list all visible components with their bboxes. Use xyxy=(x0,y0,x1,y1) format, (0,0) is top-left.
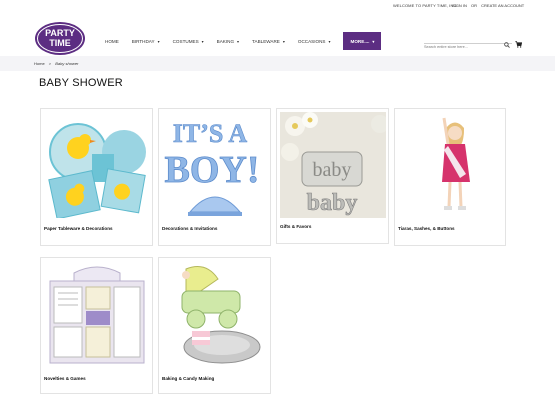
nav-item-tableware[interactable]: TABLEWARE ▾ xyxy=(252,39,285,44)
chevron-down-icon: ▾ xyxy=(372,38,375,44)
nav-item-label: BIRTHDAY xyxy=(131,38,155,44)
baby-shower-game-kit-image[interactable] xyxy=(44,261,150,367)
category-card[interactable]: Baking & Candy Making xyxy=(158,257,271,394)
breadcrumb-separator: > xyxy=(48,61,52,66)
search-icon[interactable] xyxy=(504,35,510,53)
main-navigation: HOME BIRTHDAY ▾ COSTUMES ▾ BAKING ▾ TABLEWARE ▾ O… xyxy=(105,32,382,50)
svg-text:baby: baby xyxy=(313,159,352,181)
nav-item-more[interactable]: MORE.... ▾ xyxy=(343,32,382,50)
create-account-link[interactable]: CREATE AN ACCOUNT xyxy=(481,3,524,8)
welcome-message: WELCOME TO PARTY TIME, INC. xyxy=(393,3,458,8)
girl-with-sash-image[interactable] xyxy=(398,112,504,218)
breadcrumb-home-link[interactable]: Home xyxy=(34,61,45,66)
nav-item-baking[interactable]: BAKING ▾ xyxy=(217,39,239,44)
nav-item-label: BAKING xyxy=(216,38,235,44)
nav-more-label: MORE.... xyxy=(350,38,370,44)
category-label[interactable]: Baking & Candy Making xyxy=(162,376,214,381)
category-label[interactable]: Decorations & Invitations xyxy=(162,226,217,231)
category-card[interactable]: baby baby Gifts & Favors xyxy=(276,108,389,244)
category-label[interactable]: Paper Tableware & Decorations xyxy=(44,226,113,231)
nav-item-costumes[interactable]: COSTUMES ▾ xyxy=(173,39,204,44)
sign-in-link[interactable]: SIGN IN xyxy=(452,3,467,8)
search-box xyxy=(424,35,512,51)
breadcrumb-current: Baby shower xyxy=(55,61,79,66)
search-input[interactable] xyxy=(424,43,498,51)
baby-carriage-cake-pan-image[interactable] xyxy=(162,261,268,367)
page-title: BABY SHOWER xyxy=(39,77,123,89)
nav-item-label: COSTUMES xyxy=(172,38,199,44)
nav-item-label: OCCASIONS xyxy=(297,38,326,44)
or-text: OR xyxy=(471,3,478,8)
party-time-logo[interactable]: PARTY TIME xyxy=(34,21,86,56)
category-card[interactable]: Novelties & Games xyxy=(40,257,153,394)
category-card[interactable]: Paper Tableware & Decorations xyxy=(40,108,153,246)
nav-item-occasions[interactable]: OCCASIONS ▾ xyxy=(298,39,331,44)
nav-item-home[interactable]: HOME xyxy=(105,39,119,44)
category-card[interactable]: IT’S A BOY! Decorations & Invitations xyxy=(158,108,271,246)
its-a-boy-centerpiece-image[interactable]: IT’S A BOY! xyxy=(162,112,268,218)
nav-item-label: TABLEWARE xyxy=(252,38,280,44)
account-links: SIGN IN OR CREATE AN ACCOUNT xyxy=(452,3,527,8)
svg-text:BOY!: BOY! xyxy=(165,149,260,191)
baby-silver-favors-image[interactable]: baby baby xyxy=(280,112,386,218)
chevron-down-icon: ▾ xyxy=(157,38,160,44)
category-label[interactable]: Novelties & Games xyxy=(44,376,86,381)
chevron-down-icon: ▾ xyxy=(282,38,285,44)
nav-item-label: HOME xyxy=(105,38,119,44)
svg-text:IT’S A: IT’S A xyxy=(173,119,248,148)
chevron-down-icon: ▾ xyxy=(201,38,204,44)
breadcrumb: Home > Baby shower xyxy=(0,56,555,71)
category-card[interactable]: Tiaras, Sashes, & Buttons xyxy=(394,108,506,246)
category-label[interactable]: Tiaras, Sashes, & Buttons xyxy=(398,226,455,231)
chevron-down-icon: ▾ xyxy=(237,38,240,44)
top-bar: WELCOME TO PARTY TIME, INC. SIGN IN OR C… xyxy=(0,0,555,12)
site-header: PARTY TIME HOME BIRTHDAY ▾ COSTUMES ▾ BAKING ▾… xyxy=(0,12,555,56)
category-label[interactable]: Gifts & Favors xyxy=(280,224,311,229)
svg-text:baby: baby xyxy=(307,190,358,216)
nav-item-birthday[interactable]: BIRTHDAY ▾ xyxy=(132,39,160,44)
rubber-duck-plates-image[interactable] xyxy=(44,112,150,218)
chevron-down-icon: ▾ xyxy=(328,38,331,44)
logo-line1: PARTY xyxy=(45,28,75,38)
logo-line2: TIME xyxy=(49,38,71,48)
cart-icon[interactable] xyxy=(515,35,523,53)
